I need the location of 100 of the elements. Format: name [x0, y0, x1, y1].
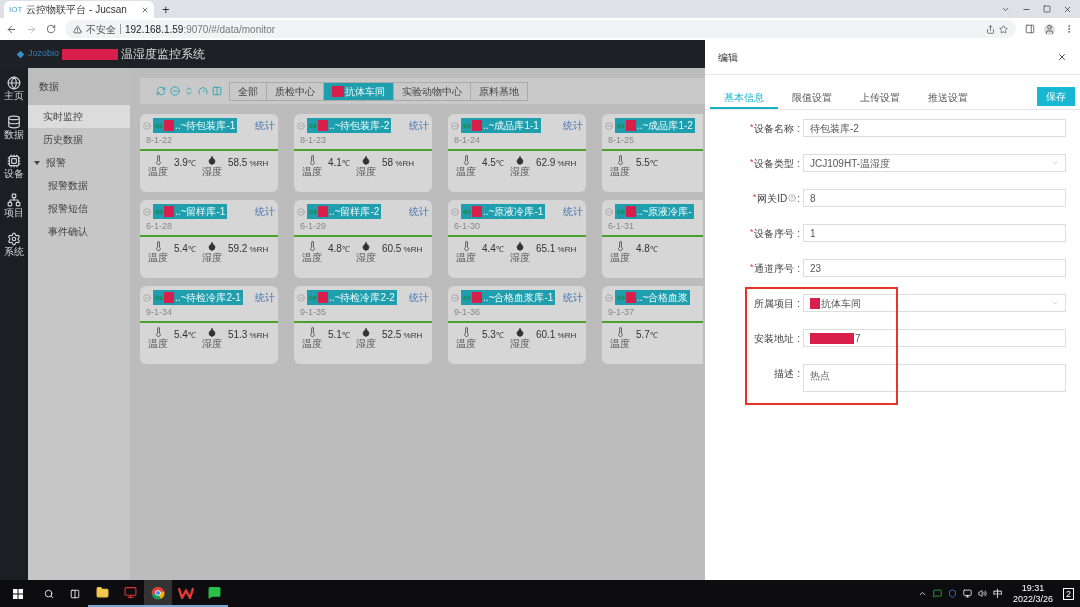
submenu-item[interactable]: 报警短信	[28, 197, 130, 220]
redaction-mark	[318, 292, 328, 303]
statistics-link[interactable]: 统计	[255, 118, 275, 133]
network-icon[interactable]	[962, 589, 972, 598]
link-icon	[617, 207, 625, 216]
redaction-mark	[626, 206, 636, 217]
link-icon	[309, 293, 317, 302]
device-name: ..~留样库-1	[175, 205, 226, 219]
forward-icon[interactable]	[26, 23, 37, 35]
link-icon	[309, 121, 317, 130]
reading-label: 温度	[148, 338, 168, 350]
search-icon[interactable]	[44, 588, 54, 599]
device-code: 9-1-37	[607, 306, 635, 319]
statistics-link[interactable]: 统计	[409, 204, 429, 219]
w-logo-icon	[178, 586, 194, 599]
side-panel-icon[interactable]	[1025, 24, 1035, 34]
redaction-mark	[472, 206, 482, 217]
windows-icon[interactable]	[13, 588, 23, 599]
volume-icon[interactable]	[977, 589, 987, 598]
input-field[interactable]: 23	[803, 259, 1066, 277]
submenu-item[interactable]: 实时监控	[28, 105, 130, 128]
submenu-item[interactable]: 事件确认	[28, 220, 130, 243]
device-name: ..~成品库1-1	[483, 119, 539, 133]
chat-icon[interactable]	[932, 589, 942, 598]
filter-tab[interactable]: 实验动物中心	[393, 81, 471, 101]
temperature-reading: 4.1℃	[328, 155, 350, 170]
reading-label: 温度	[302, 252, 322, 264]
drawer-tab[interactable]: 上传设置	[846, 87, 914, 109]
temperature-reading: 5.7℃	[636, 327, 658, 342]
temperature-reading: 4.4℃	[482, 241, 504, 256]
temperature-reading: 5.5℃	[636, 155, 658, 170]
drawer-tab[interactable]: 限值设置	[778, 87, 846, 109]
input-field[interactable]: 7	[803, 329, 1066, 347]
redaction-mark	[472, 120, 482, 131]
clock[interactable]: 19:31 2022/3/26	[1012, 582, 1053, 605]
monitor-icon	[123, 586, 137, 599]
tab-title: 云控物联平台 - Jucsan	[26, 3, 127, 17]
task-view-icon[interactable]	[70, 588, 80, 599]
select-field[interactable]: 抗体车间	[803, 294, 1066, 312]
required-mark: *	[752, 191, 757, 205]
folder-icon	[95, 586, 109, 599]
security-label: 不安全	[86, 22, 116, 37]
rail-item[interactable]: 系统	[4, 228, 24, 261]
address-bar[interactable]: 不安全 192.168.1.59:9070/#/data/monitor	[65, 20, 1016, 38]
submenu-item[interactable]: 报警	[28, 151, 130, 174]
rail-item[interactable]: 设备	[4, 150, 24, 183]
link-icon	[155, 207, 163, 216]
field-label: 设备名称 :	[754, 121, 800, 136]
filter-tab[interactable]: 全部	[229, 81, 267, 101]
statistics-link[interactable]: 统计	[409, 118, 429, 133]
submenu-item[interactable]: 报警数据	[28, 174, 130, 197]
taskbar-app[interactable]	[144, 580, 172, 607]
new-tab-button[interactable]: +	[154, 1, 178, 18]
statistics-link[interactable]: 统计	[255, 290, 275, 305]
humidity-reading: 60.1 %RH	[535, 327, 577, 342]
input-field[interactable]: 1	[803, 224, 1066, 242]
statistics-link[interactable]: 统计	[563, 204, 583, 219]
profile-icon[interactable]	[1044, 23, 1055, 35]
redaction-mark	[62, 48, 119, 60]
device-code: 6-1-30	[453, 220, 481, 233]
humidity-reading: 58 %RH	[381, 155, 414, 170]
description-field[interactable]: 热点	[803, 364, 1066, 392]
filter-tab[interactable]: 质检中心	[266, 81, 324, 101]
browser-tab[interactable]: IOT 云控物联平台 - Jucsan	[4, 1, 154, 18]
statistics-link[interactable]: 统计	[563, 118, 583, 133]
statistics-link[interactable]: 统计	[255, 204, 275, 219]
globe-icon	[7, 75, 21, 90]
chevron-up-icon[interactable]	[917, 589, 927, 598]
input-field[interactable]: 8	[803, 189, 1066, 207]
rail-item[interactable]: 数据	[4, 111, 24, 144]
back-icon[interactable]	[6, 23, 17, 35]
statistics-link[interactable]: 统计	[563, 290, 583, 305]
close-icon[interactable]	[1063, 4, 1072, 14]
redaction-mark	[318, 120, 328, 131]
notification-badge[interactable]: 2	[1063, 587, 1074, 600]
restore-icon[interactable]	[1043, 5, 1051, 13]
close-icon[interactable]	[141, 5, 149, 14]
reload-icon[interactable]	[46, 24, 56, 34]
statistics-link[interactable]: 统计	[409, 290, 429, 305]
temperature-reading: 4.8℃	[636, 241, 658, 256]
share-icon[interactable]	[986, 24, 995, 34]
select-field[interactable]: JCJ109HT-温湿度	[803, 154, 1066, 172]
submenu-item[interactable]: 历史数据	[28, 128, 130, 151]
close-icon[interactable]	[1057, 52, 1067, 62]
ime-indicator[interactable]: 中	[992, 586, 1003, 601]
help-icon[interactable]	[788, 194, 797, 202]
humidity-reading: 65.1 %RH	[535, 241, 577, 256]
reading-label: 温度	[610, 166, 630, 178]
star-icon[interactable]	[999, 24, 1008, 34]
required-mark: *	[749, 261, 754, 275]
input-field[interactable]: 待包装库-2	[803, 119, 1066, 137]
rail-item[interactable]: 主页	[4, 72, 24, 105]
shield-icon[interactable]	[947, 589, 957, 598]
reading-label: 湿度	[509, 252, 530, 264]
chevron-down-icon	[1051, 159, 1059, 167]
reading-label: 湿度	[355, 166, 376, 178]
rail-item[interactable]: 项目	[4, 189, 24, 222]
droplet-icon	[360, 240, 371, 252]
drawer-tab[interactable]: 推送设置	[914, 87, 982, 109]
filter-tab[interactable]: 原料基地	[470, 81, 528, 101]
